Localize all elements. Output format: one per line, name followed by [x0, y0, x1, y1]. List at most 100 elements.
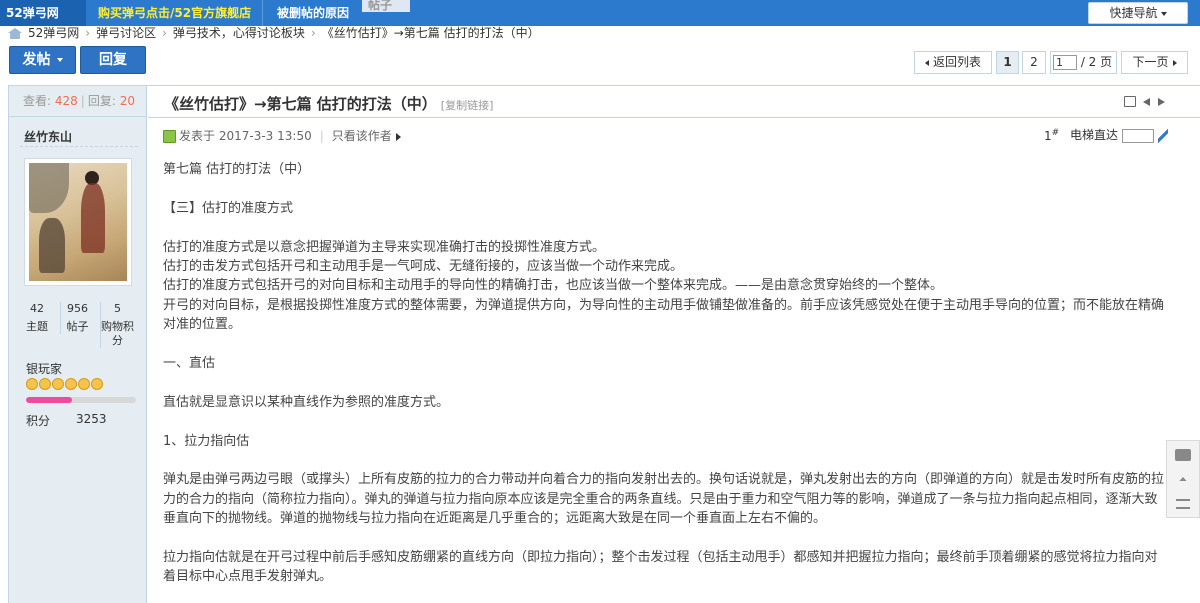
stat-label: 帖子 — [66, 320, 89, 333]
new-post-button[interactable]: 发帖 — [9, 46, 76, 74]
floor-jump: 电梯直达 — [1070, 126, 1169, 143]
post-paragraph: 估打的准度方式是以意念把握弹道为主导来实现准确打击的投掷性准度方式。 — [163, 239, 606, 255]
rank-star-icon — [78, 378, 90, 390]
print-icon[interactable] — [1124, 96, 1136, 107]
chevron-left-icon — [924, 59, 929, 66]
thread-tools — [1124, 96, 1184, 108]
new-post-label: 发帖 — [22, 52, 51, 68]
floor-mark: # — [1051, 128, 1060, 138]
views-label: 查看: — [23, 94, 52, 108]
avatar-image — [29, 163, 127, 281]
site-logo-link[interactable]: 52弹弓网 — [0, 0, 86, 26]
replies-label: 回复: — [87, 94, 116, 108]
page-2-button[interactable]: 2 — [1022, 51, 1046, 74]
rank-star-icon — [52, 378, 64, 390]
post-content: 第七篇 估打的打法（中） 【三】估打的准度方式估打的准度方式是以意念把握弹道为主导… — [163, 160, 1169, 587]
post-paragraph: 拉力指向估就是在开弓过程中前后手感知皮筋绷紧的直线方向（即拉力指向）；整个击发过… — [163, 550, 1158, 585]
breadcrumb-item-forum[interactable]: 弹弓讨论区 — [96, 26, 156, 40]
post-meta: 发表于 2017-3-3 13:50 | 只看该作者 — [163, 128, 401, 144]
post-paragraph: 估打的击发方式包括开弓和主动甩手是一气呵成、无缝衔接的，应该当做一个动作来完成。 — [163, 259, 684, 274]
post-paragraph: 【三】估打的准度方式 — [163, 200, 294, 216]
stat-value: 956 — [67, 302, 88, 315]
floor-jump-label: 电梯直达 — [1070, 128, 1119, 142]
copy-link[interactable]: [复制链接] — [441, 99, 494, 112]
thread-title: 《丝竹估打》→第七篇 估打的打法（中） [复制链接] — [164, 93, 493, 114]
points-value: 3253 — [76, 412, 107, 426]
breadcrumb-item-thread[interactable]: 《丝竹估打》→第七篇 估打的打法（中） — [322, 26, 540, 40]
post-paragraph: 一、直估 — [163, 356, 216, 372]
page-jump: 1 / 2 页 — [1050, 51, 1117, 74]
rank-progress-fill — [26, 397, 73, 403]
posted-prefix: 发表于 — [179, 129, 216, 143]
breadcrumb: 52弹弓网 › 弹弓讨论区 › 弹弓技术，心得讨论板块 › 《丝竹估打》→第七篇 估打的打法… — [8, 26, 540, 42]
post-paragraph: 第七篇 估打的打法（中） — [163, 162, 311, 177]
views-count: 428 — [54, 94, 78, 108]
rank-stars — [26, 378, 104, 392]
back-to-list-label: 返回列表 — [932, 55, 981, 69]
stat-value: 5 — [114, 302, 121, 315]
points-label: 积分 — [26, 414, 51, 428]
thread-title-text: 《丝竹估打》→第七篇 估打的打法（中） — [164, 95, 437, 113]
user-rank[interactable]: 银玩家 — [26, 360, 62, 377]
total-pages-label: / 2 页 — [1080, 55, 1113, 69]
quick-reply-icon[interactable] — [1175, 449, 1191, 461]
next-page-button[interactable]: 下一页 — [1121, 51, 1188, 74]
rank-star-icon — [39, 378, 51, 390]
author-stat-shop-points[interactable]: 5 购物积分 — [100, 302, 134, 348]
search-type-select[interactable]: 帖子 — [362, 0, 410, 12]
breadcrumb-separator: › — [162, 26, 167, 40]
thread-stats: 查看: 428 | 回复: 20 — [9, 86, 147, 117]
author-stat-posts[interactable]: 956 帖子 — [60, 302, 94, 334]
stat-label: 购物积分 — [101, 320, 134, 347]
author-stat-threads[interactable]: 42 主题 — [20, 302, 54, 334]
page-jump-input[interactable]: 1 — [1053, 55, 1077, 70]
quick-nav-label: 快捷导航 — [1109, 6, 1158, 20]
reply-button[interactable]: 回复 — [80, 46, 146, 74]
floor-number[interactable]: 1# — [1044, 128, 1059, 143]
floor-number-value: 1 — [1044, 129, 1052, 143]
floor-jump-input[interactable] — [1122, 128, 1155, 143]
chevron-down-icon — [1160, 11, 1167, 16]
online-status-icon — [163, 130, 176, 143]
replies-count: 20 — [119, 94, 135, 108]
next-page-label: 下一页 — [1132, 55, 1169, 69]
rank-star-icon — [65, 378, 77, 390]
top-nav-bar: 52弹弓网 购买弹弓点击/52官方旗舰店 被删帖的原因 帖子 快捷导航 — [0, 0, 1200, 26]
chevron-down-icon — [56, 58, 63, 62]
post-paragraph: 直估就是显意识以某种直线作为参照的准度方式。 — [163, 394, 450, 410]
breadcrumb-separator: › — [85, 26, 91, 40]
breadcrumb-item-site[interactable]: 52弹弓网 — [28, 26, 79, 40]
author-name[interactable]: 丝竹东山 — [24, 128, 72, 145]
stat-value: 42 — [30, 302, 44, 315]
page-1-button[interactable]: 1 — [996, 51, 1019, 74]
floating-side-tools — [1166, 440, 1200, 518]
rank-star-icon — [91, 378, 103, 390]
breadcrumb-separator: › — [310, 26, 316, 40]
breadcrumb-item-board[interactable]: 弹弓技术，心得讨论板块 — [173, 26, 305, 40]
chevron-right-icon — [1172, 59, 1177, 66]
quick-nav-button[interactable]: 快捷导航 — [1088, 2, 1188, 24]
back-to-list-button[interactable]: 返回列表 — [914, 51, 992, 74]
shop-link[interactable]: 购买弹弓点击/52官方旗舰店 — [86, 0, 261, 26]
deleted-reason-link[interactable]: 被删帖的原因 — [262, 0, 362, 26]
list-icon[interactable] — [1176, 499, 1190, 509]
author-only-link[interactable]: 只看该作者 — [332, 129, 392, 143]
post-paragraph: 1、拉力指向估 — [163, 433, 250, 449]
divider — [20, 146, 138, 147]
chevron-right-icon — [395, 132, 401, 141]
post-paragraph: 估打的准度方式包括开弓的对向目标和主动甩手的导向性的精确打击，也应该当做一个整体… — [163, 278, 944, 294]
go-arrow-icon[interactable] — [1158, 128, 1169, 143]
post-paragraph: 弹丸是由弹弓两边弓眼（或撑头）上所有皮筋的拉力的合力带动并向着合力的指向发射出去… — [163, 472, 1165, 527]
post-paragraph: 开弓的对向目标，是根据投掷性准度方式的整体需要，为弹道提供方向，为导向性的主动甩… — [163, 297, 1165, 333]
prev-thread-icon[interactable] — [1143, 98, 1150, 106]
home-icon[interactable] — [8, 28, 22, 39]
avatar[interactable] — [24, 158, 132, 286]
next-thread-icon[interactable] — [1158, 98, 1165, 106]
